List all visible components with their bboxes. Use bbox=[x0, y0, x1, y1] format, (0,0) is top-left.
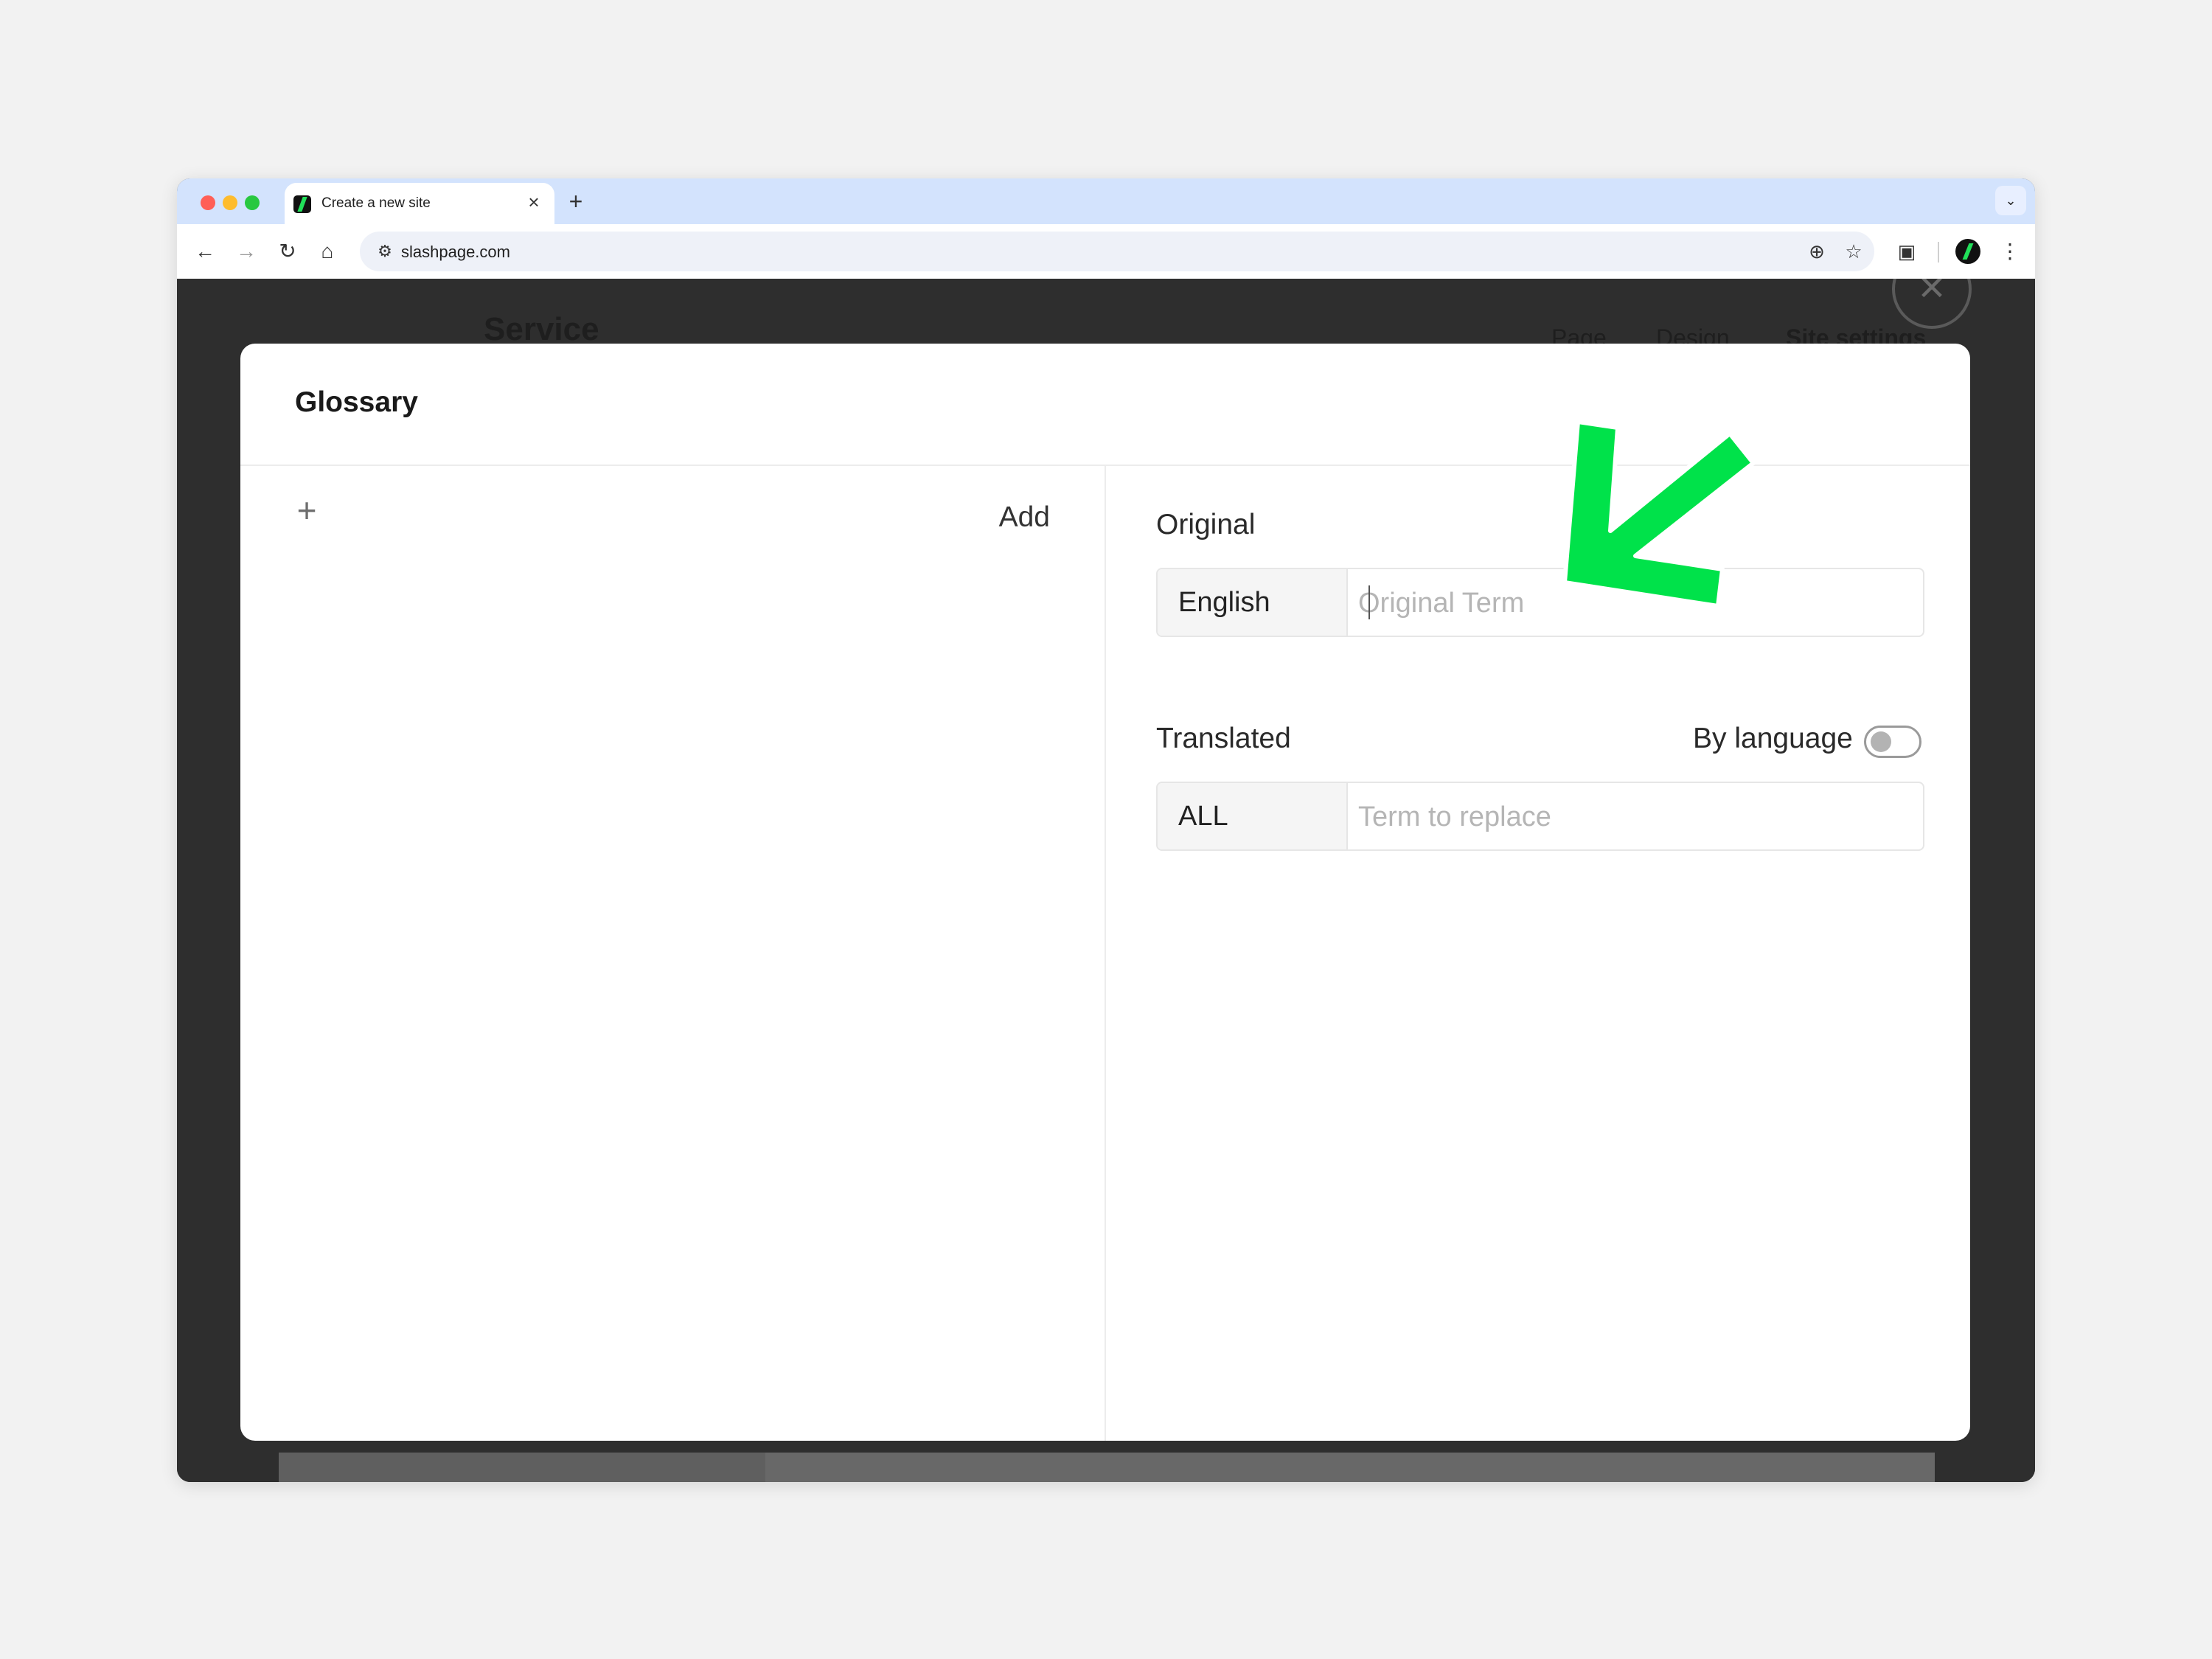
bookmark-star-icon[interactable]: ☆ bbox=[1839, 237, 1868, 266]
background-panel bbox=[765, 1453, 1935, 1482]
browser-toolbar: ← → ↻ ⌂ ⚙ slashpage.com ⊕ ☆ ▣ ⋮ bbox=[177, 224, 2035, 279]
slashpage-favicon-icon bbox=[293, 195, 311, 213]
zoom-icon[interactable]: ⊕ bbox=[1802, 237, 1832, 266]
new-tab-button[interactable]: + bbox=[563, 189, 588, 214]
translated-label: Translated bbox=[1156, 723, 1291, 754]
original-language-select[interactable]: English bbox=[1158, 569, 1348, 636]
by-language-label: By language bbox=[1693, 723, 1853, 754]
browser-window: Create a new site × + ⌄ ← → ↻ ⌂ ⚙ slashp… bbox=[177, 178, 2035, 1482]
tab-strip: Create a new site × + ⌄ bbox=[177, 178, 2035, 224]
background-app-name: Service bbox=[484, 311, 599, 347]
plus-icon: + bbox=[296, 491, 317, 529]
original-label: Original bbox=[1156, 509, 1256, 540]
glossary-editor-panel: Original English Translated By language bbox=[1106, 466, 1970, 1441]
translated-language-select[interactable]: ALL bbox=[1158, 783, 1348, 849]
address-bar[interactable]: ⚙ slashpage.com ⊕ ☆ bbox=[360, 232, 1874, 271]
text-caret bbox=[1368, 585, 1370, 619]
original-term-field: English bbox=[1156, 568, 1924, 637]
extensions-icon[interactable]: ▣ bbox=[1892, 237, 1921, 266]
site-info-icon[interactable]: ⚙ bbox=[370, 237, 400, 266]
close-window-button[interactable] bbox=[201, 195, 215, 210]
translated-language-label: ALL bbox=[1178, 801, 1228, 832]
add-term-button[interactable]: + Add bbox=[240, 466, 1105, 577]
forward-icon[interactable]: → bbox=[232, 237, 261, 266]
annotation-arrow-icon bbox=[1562, 420, 1756, 608]
translated-term-input[interactable] bbox=[1357, 789, 1905, 845]
toggle-knob bbox=[1871, 731, 1891, 752]
reload-icon[interactable]: ↻ bbox=[273, 237, 302, 266]
home-icon[interactable]: ⌂ bbox=[313, 237, 342, 266]
toolbar-separator bbox=[1938, 242, 1939, 262]
close-modal-icon[interactable]: × bbox=[1892, 279, 1972, 329]
more-menu-icon[interactable]: ⋮ bbox=[1995, 237, 2025, 266]
maximize-window-button[interactable] bbox=[245, 195, 260, 210]
tab-close-icon[interactable]: × bbox=[524, 192, 544, 212]
browser-tab[interactable]: Create a new site × bbox=[285, 183, 554, 224]
add-label: Add bbox=[998, 501, 1050, 533]
translated-term-field: ALL bbox=[1156, 782, 1924, 851]
glossary-list-panel: + Add bbox=[240, 466, 1106, 1441]
minimize-window-button[interactable] bbox=[223, 195, 237, 210]
url-text: slashpage.com bbox=[401, 243, 510, 261]
back-icon[interactable]: ← bbox=[190, 237, 220, 266]
background-panel bbox=[279, 1453, 765, 1482]
by-language-toggle[interactable] bbox=[1864, 726, 1921, 758]
profile-avatar[interactable] bbox=[1955, 239, 1980, 264]
tab-search-chevron-icon[interactable]: ⌄ bbox=[1995, 186, 2026, 215]
modal-title: Glossary bbox=[295, 386, 418, 418]
original-language-label: English bbox=[1178, 587, 1270, 618]
tab-title: Create a new site bbox=[321, 195, 431, 211]
